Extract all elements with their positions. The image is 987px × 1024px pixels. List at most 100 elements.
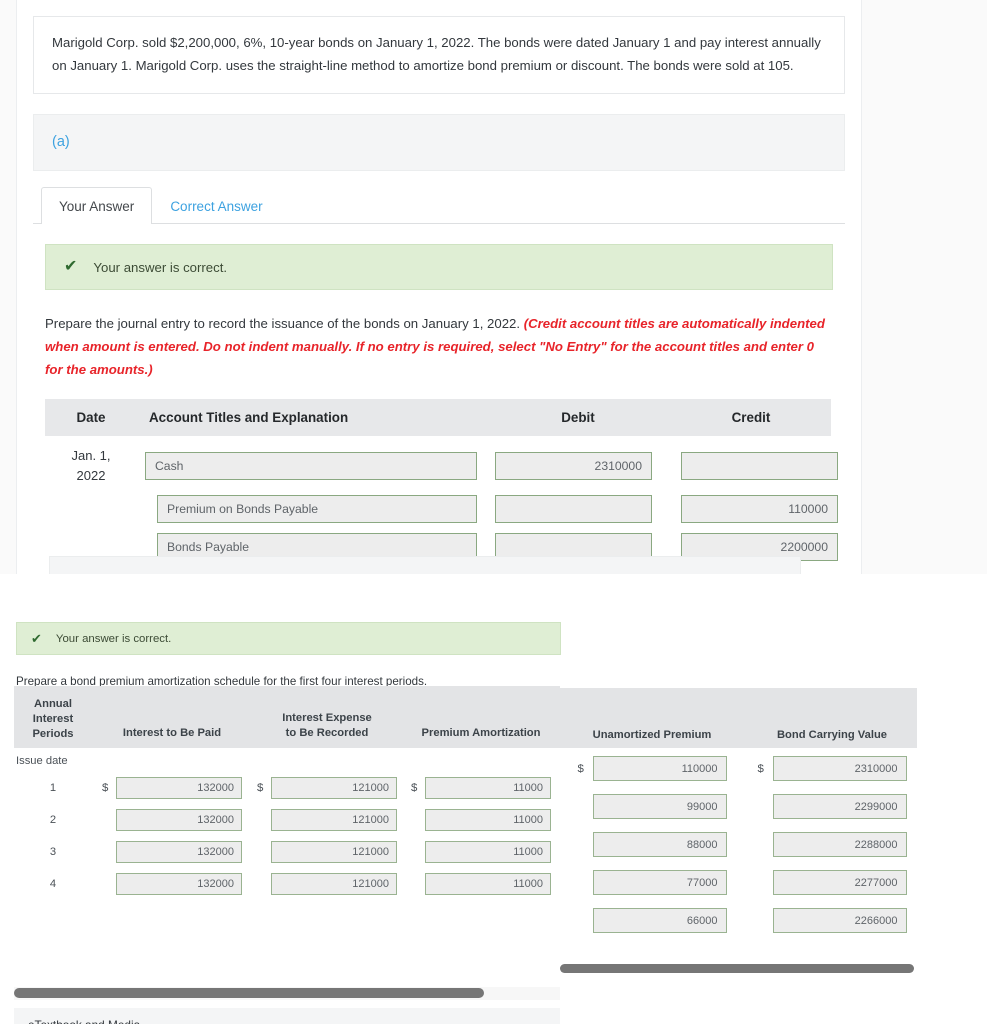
part-header-bar: (a): [33, 114, 845, 172]
problem-statement-text: Marigold Corp. sold $2,200,000, 6%, 10-y…: [52, 35, 821, 74]
interest-paid-cell: $ 132000: [92, 873, 252, 895]
interest-paid-cell: $ 132000: [92, 841, 252, 863]
debit-amount-input[interactable]: 2310000: [495, 451, 652, 480]
interest-expense-cell: $ 121000: [252, 809, 402, 831]
amortization-header-row: Annual Interest Periods Interest to Be P…: [14, 686, 560, 748]
answer-tabs-container: Your Answer Correct Answer: [33, 187, 845, 225]
debit-amount-input[interactable]: [495, 495, 652, 524]
amortization-table-left: Annual Interest Periods Interest to Be P…: [0, 686, 560, 1024]
interest-paid-input[interactable]: 132000: [116, 777, 242, 799]
unamortized-premium-input[interactable]: 88000: [592, 832, 727, 857]
unamortized-premium-input[interactable]: 110000: [592, 756, 727, 781]
journal-entry-prompt-lead: Prepare the journal entry to record the …: [45, 316, 524, 332]
interest-paid-input[interactable]: 132000: [116, 873, 242, 895]
table-row: 3 $ 132000 $ 121000 $ 11000: [14, 841, 560, 863]
journal-account-cell: Cash: [137, 451, 485, 480]
header-line-2: to Be Recorded: [285, 726, 369, 739]
currency-symbol: $: [577, 762, 584, 775]
journal-debit-cell: [485, 495, 671, 524]
account-title-input[interactable]: Premium on Bonds Payable: [157, 495, 477, 524]
answer-correct-alert-text: Your answer is correct.: [93, 259, 228, 275]
unamortized-premium-input[interactable]: 99000: [592, 794, 727, 819]
tab-your-answer[interactable]: Your Answer: [41, 187, 153, 225]
journal-credit-cell: 110000: [671, 495, 838, 524]
unamortized-premium-input[interactable]: 66000: [592, 908, 727, 933]
bond-carrying-value-input[interactable]: 2288000: [772, 832, 907, 857]
period-label: Issue date: [16, 755, 68, 767]
table-row: $ 99000 $ 2299000: [557, 794, 917, 819]
period-label: 2: [49, 814, 57, 826]
journal-account-cell: Premium on Bonds Payable: [137, 495, 485, 524]
interest-expense-input[interactable]: 121000: [271, 841, 397, 863]
schedule-correct-alert: ✔ Your answer is correct.: [16, 622, 561, 655]
unamortized-premium-cell: $ 77000: [557, 870, 747, 895]
table-row: $ 110000 $ 2310000: [557, 756, 917, 781]
period-label: 3: [49, 846, 57, 858]
journal-entry-section: Marigold Corp. sold $2,200,000, 6%, 10-y…: [0, 0, 987, 574]
page-root: Marigold Corp. sold $2,200,000, 6%, 10-y…: [0, 0, 987, 1024]
bond-carrying-value-cell: $ 2288000: [747, 832, 917, 857]
interest-paid-input[interactable]: 132000: [116, 841, 242, 863]
currency-symbol: $: [411, 782, 418, 794]
interest-paid-input[interactable]: 132000: [116, 809, 242, 831]
table-row: $ 77000 $ 2277000: [557, 870, 917, 895]
interest-expense-input[interactable]: 121000: [271, 873, 397, 895]
column-header-credit: Credit: [731, 410, 771, 426]
journal-entry-table: Date Account Titles and Explanation Debi…: [45, 399, 838, 562]
interest-expense-input[interactable]: 121000: [271, 809, 397, 831]
horizontal-scrollbar-thumb[interactable]: [14, 988, 484, 998]
bond-carrying-value-cell: $ 2277000: [747, 870, 917, 895]
premium-amortization-input[interactable]: 11000: [425, 777, 551, 799]
tab-correct-answer[interactable]: Correct Answer: [152, 187, 280, 224]
interest-expense-cell: $ 121000: [252, 841, 402, 863]
unamortized-premium-cell: $ 88000: [557, 832, 747, 857]
bond-carrying-value-input[interactable]: 2277000: [772, 870, 907, 895]
premium-amortization-cell: $ 11000: [402, 809, 560, 831]
check-icon: ✔: [31, 631, 42, 646]
interest-expense-cell: $ 121000: [252, 873, 402, 895]
currency-symbol: $: [757, 762, 764, 775]
bond-carrying-value-cell: $ 2299000: [747, 794, 917, 819]
unamortized-premium-cell: $ 110000: [557, 756, 747, 781]
amortization-right-header-row: Unamortized Premium Bond Carrying Value: [557, 688, 917, 748]
part-label: (a): [52, 134, 70, 151]
interest-expense-input[interactable]: 121000: [271, 777, 397, 799]
interest-paid-cell: $ 132000: [92, 777, 252, 799]
right-horizontal-scrollbar-thumb[interactable]: [560, 964, 914, 973]
table-row: Issue date: [14, 755, 560, 767]
bond-carrying-value-input[interactable]: 2266000: [772, 908, 907, 933]
tab-panel-your-answer: ✔ Your answer is correct. Prepare the jo…: [17, 244, 861, 562]
premium-amortization-input[interactable]: 11000: [425, 809, 551, 831]
period-label: 4: [49, 878, 57, 890]
table-row: Premium on Bonds Payable 110000: [45, 495, 838, 524]
credit-amount-input[interactable]: 110000: [681, 495, 838, 524]
account-title-input[interactable]: Cash: [145, 451, 477, 480]
table-row: 4 $ 132000 $ 121000 $ 11000: [14, 873, 560, 895]
table-row: 1 $ 132000 $ 121000 $ 11000: [14, 777, 560, 799]
bond-carrying-value-input[interactable]: 2310000: [772, 756, 907, 781]
interest-paid-cell: $ 132000: [92, 809, 252, 831]
premium-amortization-cell: $ 11000: [402, 873, 560, 895]
column-header-interest-expense: Interest Expense to Be Recorded: [252, 711, 402, 748]
journal-credit-cell: [671, 451, 838, 480]
clipped-next-section: [49, 556, 801, 574]
answer-tabs: Your Answer Correct Answer: [33, 187, 845, 225]
currency-symbol: $: [102, 782, 109, 794]
currency-symbol: $: [257, 782, 264, 794]
check-icon: ✔: [64, 258, 78, 276]
unamortized-premium-input[interactable]: 77000: [592, 870, 727, 895]
header-line-2: Interest: [32, 712, 74, 725]
bond-carrying-value-cell: $ 2266000: [747, 908, 917, 933]
premium-amortization-input[interactable]: 11000: [425, 873, 551, 895]
column-header-annual-interest-periods: Annual Interest Periods: [14, 697, 92, 748]
credit-amount-input[interactable]: [681, 451, 838, 480]
table-row: $ 66000 $ 2266000: [557, 908, 917, 933]
amortization-table-right: Unamortized Premium Bond Carrying Value …: [557, 688, 917, 975]
answer-correct-alert: ✔ Your answer is correct.: [45, 244, 833, 291]
column-header-premium-amortization: Premium Amortization: [421, 726, 541, 739]
journal-debit-cell: 2310000: [485, 451, 671, 480]
bond-carrying-value-input[interactable]: 2299000: [772, 794, 907, 819]
etextbook-and-media-bar[interactable]: eTextbook and Media: [14, 1008, 560, 1024]
premium-amortization-input[interactable]: 11000: [425, 841, 551, 863]
column-header-debit: Debit: [561, 410, 595, 426]
